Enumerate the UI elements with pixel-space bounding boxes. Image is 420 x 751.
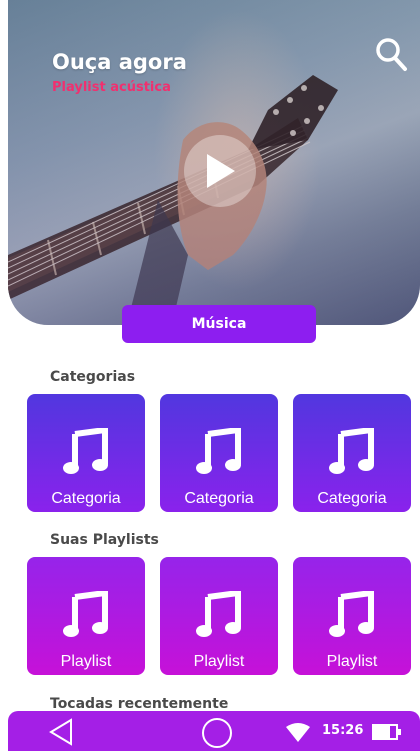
navigation-bar: 15:26 <box>8 711 420 751</box>
back-triangle-icon[interactable] <box>48 718 74 746</box>
music-note-icon <box>329 591 374 637</box>
category-label: Categoria <box>317 490 387 507</box>
music-note-icon <box>329 428 374 474</box>
play-button[interactable] <box>184 135 256 207</box>
hero-subtitle: Playlist acústica <box>52 80 171 95</box>
search-icon[interactable] <box>374 36 408 72</box>
playlists-title: Suas Playlists <box>50 532 159 548</box>
hero-banner[interactable]: Ouça agora Playlist acústica <box>8 0 420 325</box>
wifi-icon <box>286 723 310 742</box>
music-note-icon <box>63 428 108 474</box>
home-circle-icon[interactable] <box>202 718 232 748</box>
music-note-icon <box>63 591 108 637</box>
hero-title: Ouça agora <box>52 50 187 74</box>
music-note-icon <box>196 591 241 637</box>
playlist-label: Playlist <box>326 653 378 670</box>
playlist-label: Playlist <box>60 653 112 670</box>
playlist-card[interactable]: Playlist <box>160 557 278 675</box>
category-card[interactable]: Categoria <box>27 394 145 512</box>
recent-title: Tocadas recentemente <box>50 696 229 712</box>
category-card[interactable]: Categoria <box>293 394 411 512</box>
playlist-card[interactable]: Playlist <box>293 557 411 675</box>
play-icon <box>207 154 235 188</box>
status-clock: 15:26 <box>322 723 364 738</box>
category-label: Categoria <box>184 490 254 507</box>
playlist-card[interactable]: Playlist <box>27 557 145 675</box>
battery-icon <box>372 724 401 740</box>
music-note-icon <box>196 428 241 474</box>
category-card[interactable]: Categoria <box>160 394 278 512</box>
categories-title: Categorias <box>50 369 136 385</box>
category-label: Categoria <box>51 490 121 507</box>
music-tab-button[interactable]: Música <box>122 305 316 343</box>
playlist-label: Playlist <box>193 653 245 670</box>
